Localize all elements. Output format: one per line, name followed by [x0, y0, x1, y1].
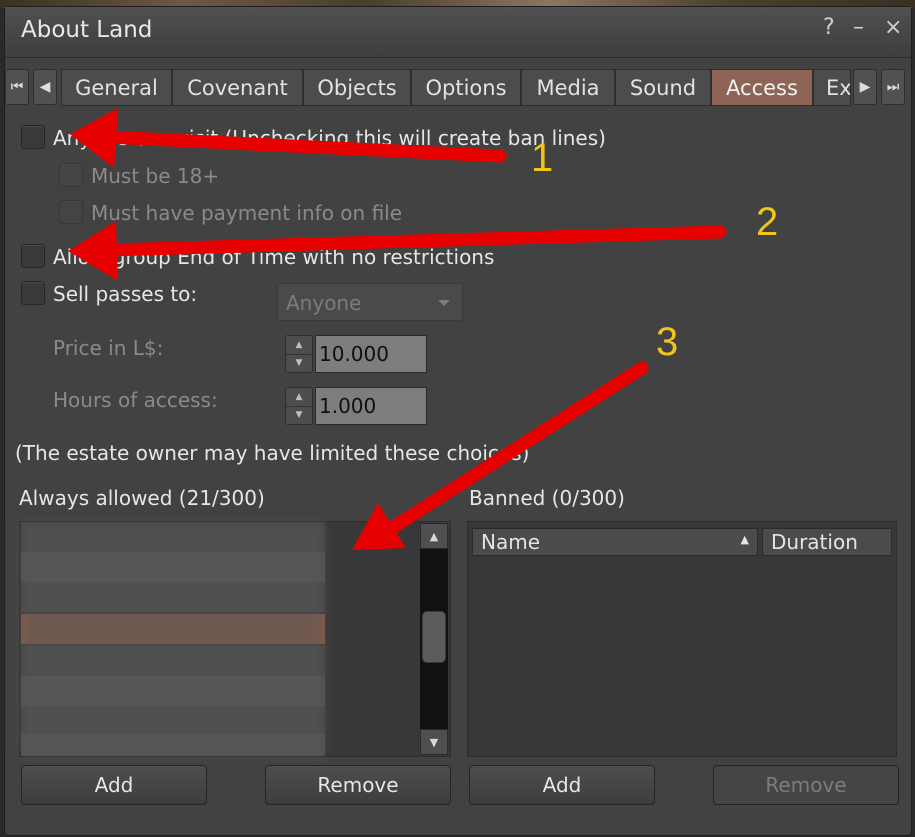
scroll-up-icon[interactable]: ▲: [420, 523, 448, 549]
allowed-scrollbar[interactable]: ▲ ▼: [420, 523, 448, 755]
hours-label: Hours of access:: [53, 388, 218, 412]
column-name-header[interactable]: Name ▲: [472, 528, 758, 556]
minimize-icon[interactable]: –: [853, 15, 864, 40]
allow-group-checkbox[interactable]: [21, 244, 45, 268]
banned-add-button[interactable]: Add: [469, 765, 655, 805]
price-label: Price in L$:: [53, 336, 164, 360]
sort-ascending-icon: ▲: [740, 533, 749, 546]
column-name-label: Name: [481, 530, 541, 554]
tab-access[interactable]: Access: [711, 69, 813, 106]
decrement-icon[interactable]: ▼: [286, 354, 312, 372]
allowed-add-button[interactable]: Add: [21, 765, 207, 805]
banned-remove-button[interactable]: Remove: [713, 765, 899, 805]
banned-heading: Banned (0/300): [469, 486, 625, 510]
anyone-can-visit-checkbox[interactable]: [21, 125, 45, 149]
payment-info-checkbox[interactable]: [59, 200, 83, 224]
about-land-window: About Land ? – × ⏮ ◀ General Covenant Ob…: [4, 6, 912, 836]
help-icon[interactable]: ?: [823, 15, 835, 40]
column-duration-header[interactable]: Duration: [762, 528, 892, 556]
title-bar[interactable]: About Land ? – ×: [5, 7, 911, 58]
hours-stepper[interactable]: ▲ ▼: [285, 387, 313, 425]
close-icon[interactable]: ×: [884, 15, 902, 40]
tab-prev-icon[interactable]: ◀: [33, 69, 57, 105]
tab-sound[interactable]: Sound: [615, 69, 711, 106]
tab-objects[interactable]: Objects: [303, 69, 411, 106]
tab-options[interactable]: Options: [411, 69, 521, 106]
anyone-can-visit-label: Anyone can visit (Unchecking this will c…: [53, 126, 606, 150]
window-title: About Land: [21, 17, 153, 43]
sell-passes-dropdown[interactable]: Anyone: [277, 283, 463, 321]
annotation-3: 3: [656, 320, 679, 364]
increment-icon[interactable]: ▲: [286, 336, 312, 355]
chevron-down-icon: [438, 300, 450, 306]
tab-first-icon[interactable]: ⏮: [5, 69, 29, 105]
price-stepper[interactable]: ▲ ▼: [285, 335, 313, 373]
tab-bar: ⏮ ◀ General Covenant Objects Options Med…: [5, 69, 911, 107]
scroll-down-icon[interactable]: ▼: [420, 729, 448, 755]
sell-passes-selected: Anyone: [286, 291, 362, 315]
increment-icon[interactable]: ▲: [286, 388, 312, 407]
allowed-remove-button[interactable]: Remove: [265, 765, 451, 805]
always-allowed-list[interactable]: ▲ ▼: [19, 521, 451, 757]
sell-passes-checkbox[interactable]: [21, 281, 45, 305]
annotation-2: 2: [756, 200, 779, 244]
decrement-icon[interactable]: ▼: [286, 406, 312, 424]
tab-next-icon[interactable]: ▶: [853, 69, 877, 105]
banned-list[interactable]: Name ▲ Duration: [467, 521, 897, 757]
payment-info-label: Must have payment info on file: [91, 201, 403, 225]
tab-covenant[interactable]: Covenant: [172, 69, 303, 106]
blurred-names-overlay: [21, 523, 324, 755]
tab-general[interactable]: General: [61, 69, 172, 106]
hours-input[interactable]: 1.000: [315, 387, 427, 425]
must-be-18-checkbox[interactable]: [59, 163, 83, 187]
scroll-thumb[interactable]: [422, 611, 446, 663]
tab-last-icon[interactable]: ⏭: [881, 69, 905, 105]
estate-note: (The estate owner may have limited these…: [15, 441, 530, 465]
price-input[interactable]: 10.000: [315, 335, 427, 373]
must-be-18-label: Must be 18+: [91, 164, 220, 188]
allow-group-label: Allow group End of Time with no restrict…: [53, 245, 495, 269]
sell-passes-label: Sell passes to:: [53, 282, 198, 306]
tab-media[interactable]: Media: [521, 69, 615, 106]
always-allowed-heading: Always allowed (21/300): [19, 486, 265, 510]
tab-experiences[interactable]: Ex: [813, 69, 851, 106]
annotation-1: 1: [531, 136, 554, 180]
